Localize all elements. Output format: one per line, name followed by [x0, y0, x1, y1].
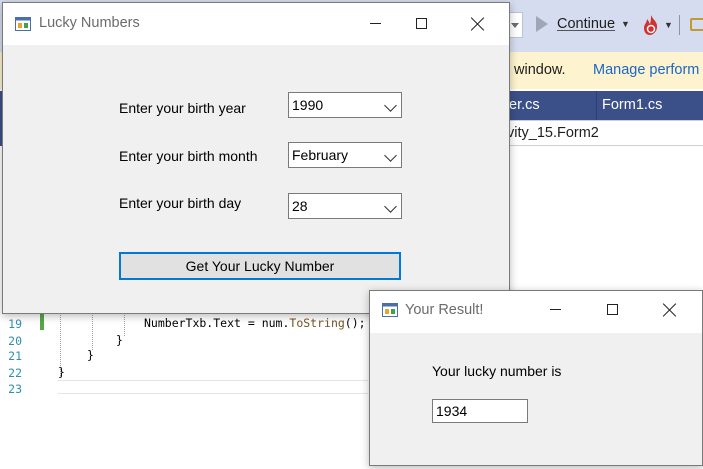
close-icon: [471, 17, 485, 31]
minimize-icon: [370, 23, 381, 24]
manage-performance-link[interactable]: Manage perform: [593, 62, 699, 78]
minimize-button[interactable]: [532, 289, 578, 331]
app-icon: [15, 17, 31, 31]
maximize-icon: [416, 18, 427, 29]
info-message: window.: [514, 62, 566, 78]
maximize-button[interactable]: [589, 289, 635, 331]
fire-icon[interactable]: [641, 14, 661, 36]
close-button[interactable]: [647, 289, 693, 331]
get-lucky-number-button[interactable]: Get Your Lucky Number: [119, 252, 401, 280]
member-dropdown-value: vity_15.Form2: [507, 125, 599, 141]
close-button[interactable]: [455, 3, 501, 45]
birth-year-label: Enter your birth year: [119, 100, 246, 116]
window-title: Lucky Numbers: [39, 15, 140, 31]
close-icon: [663, 303, 677, 317]
tab-form1[interactable]: Form1.cs: [602, 97, 662, 113]
line-number: 23: [8, 382, 22, 396]
minimize-button[interactable]: [352, 3, 398, 45]
continue-button[interactable]: Continue ▼: [536, 16, 630, 32]
code-line: }: [87, 348, 94, 362]
birth-month-label: Enter your birth month: [119, 148, 258, 164]
result-message: Your lucky number is: [432, 363, 562, 379]
chevron-down-icon: [384, 149, 397, 162]
code-line: }: [116, 333, 123, 347]
line-number: 21: [8, 349, 22, 363]
window-title: Your Result!: [405, 302, 484, 318]
birth-day-value: 28: [292, 198, 308, 214]
code-line: }: [58, 365, 65, 379]
tab-designer[interactable]: er.cs: [509, 97, 540, 113]
continue-label: Continue: [557, 16, 616, 32]
chevron-down-icon: [384, 200, 397, 213]
birth-year-select[interactable]: 1990: [288, 92, 402, 118]
chevron-down-icon[interactable]: ▼: [621, 19, 630, 29]
chevron-down-icon: [384, 99, 397, 112]
lucky-numbers-window: Lucky Numbers Enter your birth year 1990…: [2, 2, 510, 314]
birth-month-value: February: [292, 147, 349, 163]
line-number: 22: [8, 366, 22, 380]
line-number: 20: [8, 334, 22, 348]
maximize-button[interactable]: [398, 3, 444, 45]
toolbar-separator: [679, 15, 680, 35]
birth-day-label: Enter your birth day: [119, 195, 242, 211]
minimize-icon: [550, 309, 561, 310]
title-bar[interactable]: Your Result!: [370, 291, 702, 333]
change-indicator: [40, 312, 44, 330]
app-icon: [382, 303, 398, 317]
tab-separator: [596, 91, 597, 120]
maximize-icon: [607, 304, 618, 315]
play-icon: [536, 16, 548, 32]
folder-icon[interactable]: [690, 18, 703, 31]
fire-dropdown-icon[interactable]: ▼: [664, 20, 673, 30]
lucky-number-output[interactable]: 1934: [432, 399, 528, 423]
code-line: NumberTxb.Text = num.ToString();: [144, 316, 366, 330]
birth-day-select[interactable]: 28: [288, 193, 402, 219]
current-line-highlight: [58, 380, 368, 394]
birth-year-value: 1990: [292, 97, 324, 113]
result-window: Your Result! Your lucky number is 1934: [369, 290, 703, 466]
birth-month-select[interactable]: February: [288, 142, 402, 168]
line-number: 19: [8, 317, 22, 331]
title-bar[interactable]: Lucky Numbers: [3, 3, 509, 45]
